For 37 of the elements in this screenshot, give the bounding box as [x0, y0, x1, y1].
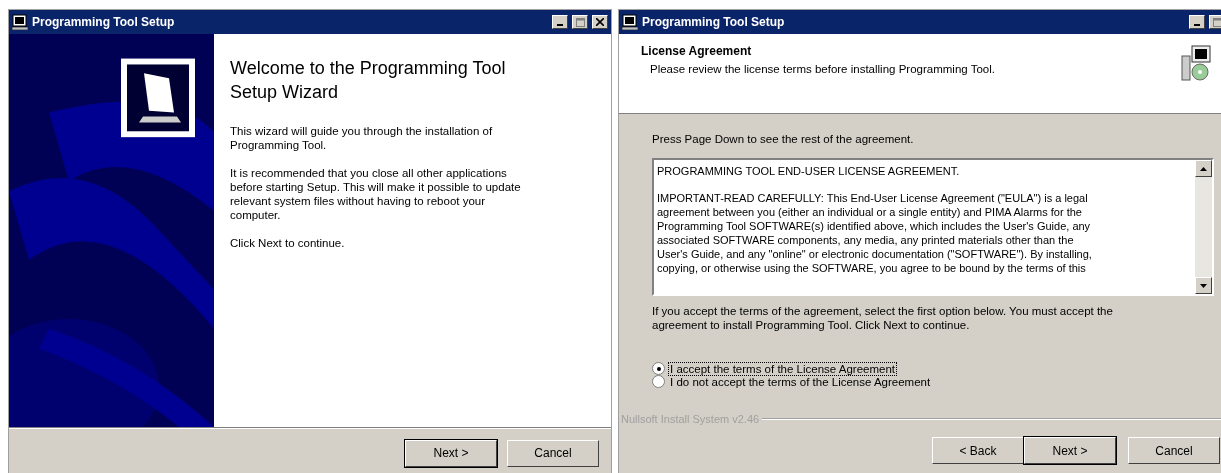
close-icon: [596, 18, 604, 26]
dialog-button[interactable]: Next >: [1024, 437, 1116, 464]
scrollbar[interactable]: [1195, 160, 1212, 294]
wizard-paragraph: Click Next to continue.: [230, 236, 346, 250]
radio-button[interactable]: [652, 362, 665, 375]
maximize-icon: [1212, 17, 1221, 27]
page-heading: License Agreement: [641, 44, 752, 58]
maximize-icon: [575, 17, 585, 27]
minimize-button[interactable]: [552, 15, 568, 29]
scroll-down-button[interactable]: [1195, 277, 1212, 294]
dialog-button[interactable]: < Back: [932, 437, 1024, 464]
instruction-text: Press Page Down to see the rest of the agreement.: [652, 132, 914, 146]
down-arrow-icon: [1200, 283, 1207, 288]
window-title: Programming Tool Setup: [32, 15, 176, 29]
maximize-button[interactable]: [572, 15, 588, 29]
maximize-button[interactable]: [1209, 15, 1221, 29]
wizard-paragraph: This wizard will guide you through the installation of Programming Tool.: [230, 124, 494, 152]
app-icon: [12, 14, 28, 30]
license-paragraph: IMPORTANT-READ CAREFULLY: This End-User License Agreement ("EULA") is a legal agreement between you (either an individual or a single entity) and PIMA Alarms for the Programming Tool SOFTWARE(s) identified above, which includes the User's Guide, any associated SOFTWARE components, any media, any printed materials other than the User's Guide, and any "online" or electronic documentation ("SOFTWARE"). By installing, copying, or otherwise using the SOFTWARE, you agree to be bound by the terms of this: [657, 191, 1093, 275]
radio-button[interactable]: [652, 375, 665, 388]
wizard-paragraph: It is recommended that you close all other applications before starting Setup. This will make it possible to update relevant system files without having to reboot your computer.: [230, 166, 522, 222]
app-icon: [622, 14, 638, 30]
scroll-up-button[interactable]: [1195, 160, 1212, 177]
dialog-button[interactable]: Next >: [405, 439, 497, 467]
up-arrow-icon: [1200, 166, 1207, 171]
dialog-button[interactable]: Cancel: [1128, 437, 1220, 464]
close-button[interactable]: [592, 15, 608, 29]
wizard-heading: Welcome to the Programming Tool Setup Wizard: [230, 57, 507, 104]
license-paragraph: PROGRAMMING TOOL END-USER LICENSE AGREEMENT.: [657, 164, 961, 178]
page-subheading: Please review the license terms before installing Programming Tool.: [649, 63, 995, 75]
accept-instruction: If you accept the terms of the agreement, select the first option below. You must accept the agreement to install Programming Tool. Click Next to continue.: [652, 304, 1113, 332]
installer-icon: [1178, 44, 1212, 82]
radio-label[interactable]: I do not accept the terms of the License Agreement: [669, 375, 932, 388]
window-title: Programming Tool Setup: [642, 15, 786, 29]
dialog-button[interactable]: Cancel: [507, 439, 599, 467]
minimize-button[interactable]: [1189, 15, 1205, 29]
radio-label[interactable]: I accept the terms of the License Agreement: [669, 362, 896, 375]
